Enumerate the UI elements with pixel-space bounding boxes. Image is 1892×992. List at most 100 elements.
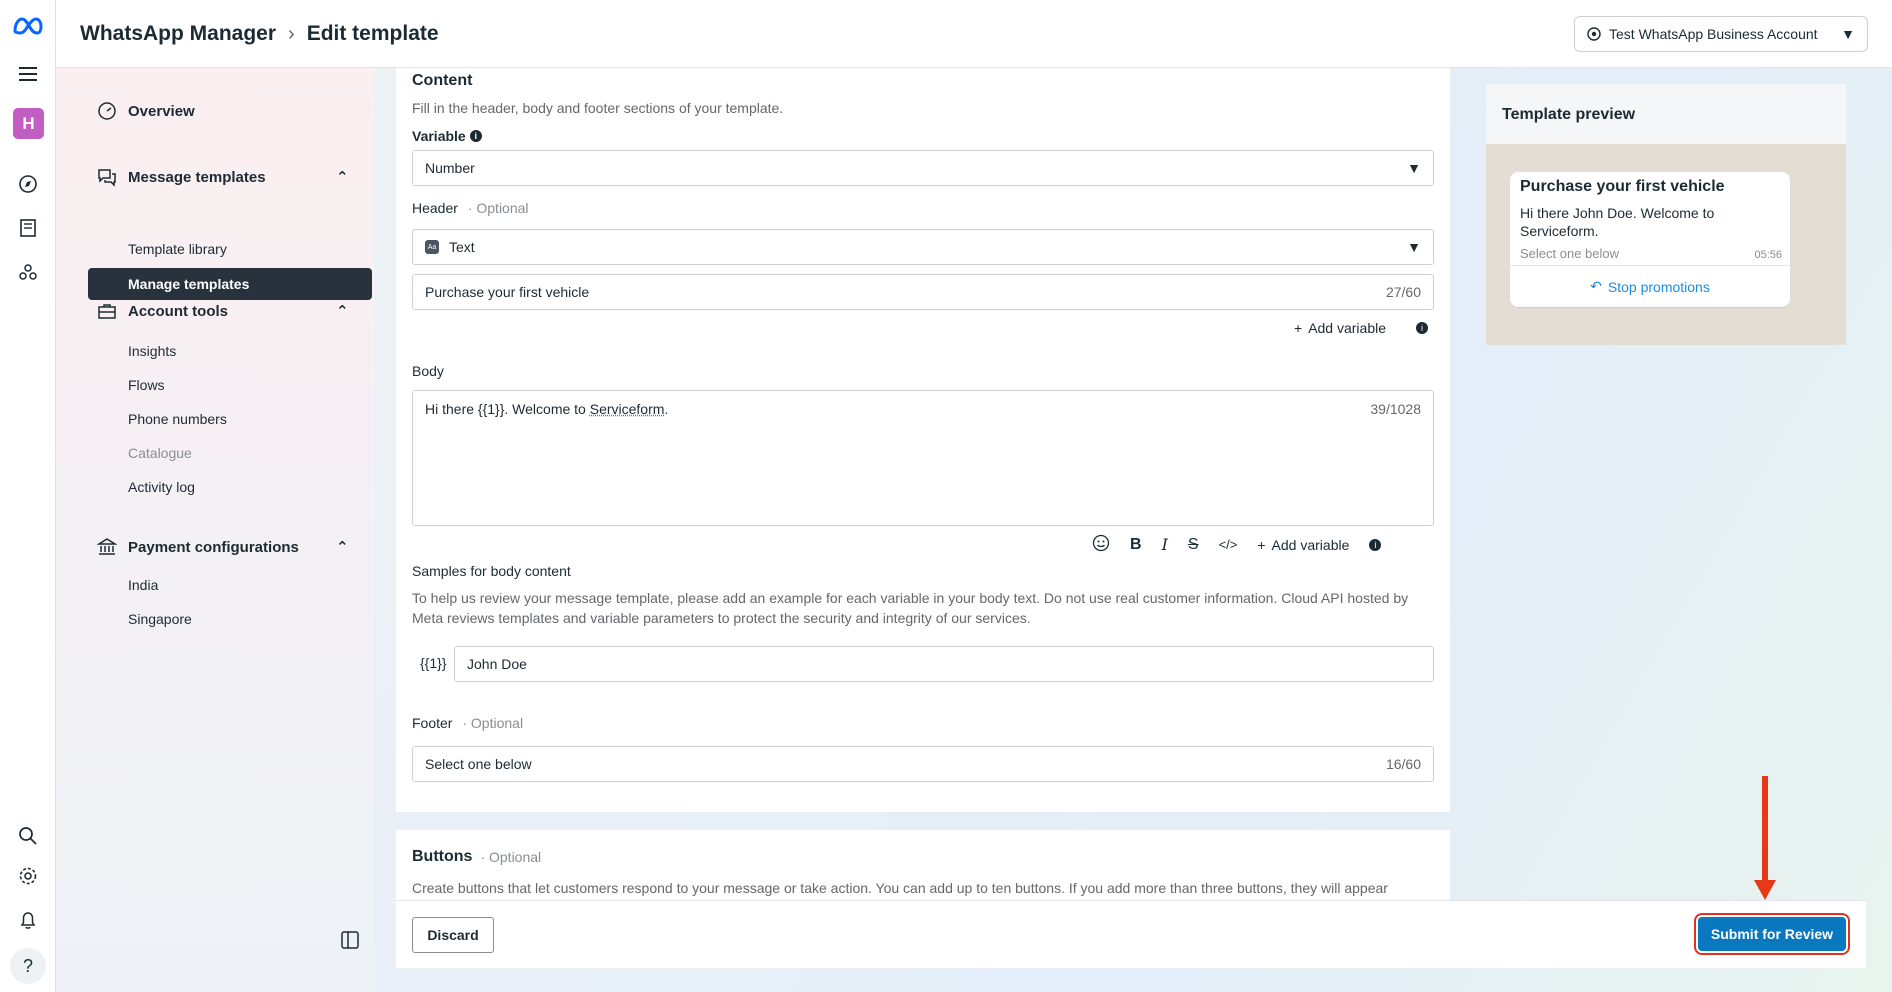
info-icon[interactable]: i [1369, 538, 1382, 551]
footer-label-text: Footer [412, 715, 453, 731]
catalog-icon[interactable] [14, 214, 42, 242]
optional-text: Optional [489, 849, 542, 865]
variable-label: Variable i [412, 128, 482, 144]
sidebar-section-account-tools[interactable]: Account tools ⌃ [96, 300, 366, 322]
content-card: Content Fill in the header, body and foo… [396, 68, 1450, 812]
info-icon[interactable]: i [469, 130, 482, 142]
template-preview: Template preview Purchase your first veh… [1486, 84, 1846, 345]
menu-icon[interactable] [14, 60, 42, 88]
content-title: Content [412, 72, 473, 89]
sidebar-item-manage-templates[interactable]: Manage templates [88, 268, 372, 300]
account-selector-button[interactable]: Test WhatsApp Business Account ▼ [1574, 16, 1868, 52]
header-text-input[interactable]: Purchase your first vehicle 27/60 [412, 274, 1434, 310]
sidebar: Overview Message templates ⌃ Manage temp… [56, 68, 374, 992]
samples-help-text: To help us review your message template,… [412, 590, 1409, 626]
bank-icon [96, 536, 118, 558]
sidebar-item-singapore[interactable]: Singapore [128, 611, 192, 627]
footer-char-count: 16/60 [1385, 756, 1421, 772]
plus-icon: + [1257, 536, 1266, 553]
header-label-text: Header [412, 200, 458, 216]
header-text-value: Purchase your first vehicle [425, 284, 590, 300]
preview-title: Template preview [1502, 106, 1636, 123]
emoji-icon[interactable] [1092, 534, 1110, 555]
icon-rail: H ? [0, 0, 56, 992]
message-bubble: Purchase your first vehicle Hi there Joh… [1510, 172, 1790, 307]
sidebar-item-activity-log[interactable]: Activity log [128, 479, 195, 495]
sidebar-item-flows[interactable]: Flows [128, 377, 165, 393]
text-format-icon: Aa [425, 240, 439, 254]
message-footer-text: Select one below [1520, 246, 1620, 261]
variable-label-text: Variable [412, 128, 466, 144]
code-icon[interactable]: </> [1219, 537, 1238, 552]
action-bar: Discard Submit for Review [396, 900, 1866, 968]
body-add-variable-button[interactable]: + Add variable [1257, 537, 1349, 553]
discard-button[interactable]: Discard [412, 917, 494, 953]
submit-for-review-label: Submit for Review [1698, 917, 1846, 951]
caret-down-icon: ▼ [1841, 26, 1855, 42]
content-subtitle: Fill in the header, body and footer sect… [412, 100, 784, 116]
chevron-up-icon: ⌃ [336, 169, 349, 186]
header-type-select[interactable]: Aa Text ▼ [412, 229, 1434, 265]
footer-text-input[interactable]: Select one below 16/60 [412, 746, 1434, 782]
optional-tag: · Optional [480, 849, 542, 865]
optional-tag: · Optional [462, 715, 524, 731]
header-type-value: Text [449, 239, 475, 255]
body-text-end: . [664, 401, 669, 417]
stop-promotions-button[interactable]: ↶ Stop promotions [1510, 265, 1790, 307]
page-title: Edit template [306, 22, 439, 45]
help-icon[interactable]: ? [10, 948, 46, 984]
sample-value-text: John Doe [467, 656, 527, 672]
sidebar-item-template-library[interactable]: Template library [128, 241, 227, 257]
variable-type-select[interactable]: Number ▼ [412, 150, 1434, 186]
message-title: Purchase your first vehicle [1520, 178, 1725, 195]
body-textarea[interactable]: Hi there {{1}}. Welcome to Serviceform. … [412, 390, 1434, 526]
chevron-right-icon: › [288, 22, 295, 45]
optional-text: Optional [476, 200, 529, 216]
optional-text: Optional [470, 715, 524, 731]
buttons-section: Buttons · Optional Create buttons that l… [396, 830, 1450, 910]
people-icon[interactable] [14, 258, 42, 286]
body-toolbar: B I S </> + Add variable i [1092, 534, 1382, 555]
sidebar-section-message-templates[interactable]: Message templates ⌃ [96, 166, 366, 188]
header-label: Header · Optional [412, 200, 529, 216]
sidebar-section-label: Payment configurations [128, 538, 299, 556]
breadcrumb: WhatsApp Manager › Edit template [80, 22, 439, 46]
stop-promotions-label: Stop promotions [1607, 278, 1710, 295]
whatsapp-icon [1587, 27, 1601, 41]
breadcrumb-app[interactable]: WhatsApp Manager [80, 22, 276, 46]
footer-label: Footer · Optional [412, 715, 523, 731]
sidebar-section-payment-configurations[interactable]: Payment configurations ⌃ [96, 536, 366, 558]
caret-down-icon: ▼ [1407, 239, 1421, 255]
account-avatar[interactable]: H [13, 108, 44, 139]
variable-type-value: Number [425, 160, 475, 176]
submit-for-review-button[interactable]: Submit for Review [1694, 913, 1850, 955]
sidebar-item-catalogue: Catalogue [128, 445, 192, 461]
buttons-title-text: Buttons [412, 848, 473, 865]
sidebar-item-phone-numbers[interactable]: Phone numbers [128, 411, 227, 427]
body-text: Hi there {{1}}. Welcome to [425, 401, 590, 417]
sidebar-section-label: Account tools [128, 302, 228, 320]
chevron-up-icon: ⌃ [336, 539, 349, 556]
briefcase-icon [96, 300, 118, 322]
bell-icon[interactable] [14, 906, 42, 934]
sidebar-item-label: Overview [128, 102, 195, 120]
gear-icon[interactable] [14, 862, 42, 890]
sidebar-item-india[interactable]: India [128, 577, 158, 593]
italic-icon[interactable]: I [1162, 535, 1168, 554]
bold-icon[interactable]: B [1130, 536, 1142, 554]
chevron-up-icon: ⌃ [336, 303, 349, 320]
search-icon[interactable] [14, 822, 42, 850]
compass-icon[interactable] [14, 170, 42, 198]
collapse-sidebar-icon[interactable] [340, 930, 360, 955]
account-name: Test WhatsApp Business Account [1609, 26, 1818, 42]
add-variable-label: Add variable [1271, 536, 1350, 553]
plus-icon: + [1294, 320, 1303, 336]
info-icon[interactable]: i [1416, 322, 1428, 334]
strikethrough-icon[interactable]: S [1188, 536, 1199, 554]
meta-logo-icon[interactable] [12, 12, 44, 40]
header-add-variable-button[interactable]: + Add variable [1294, 320, 1386, 336]
sidebar-item-insights[interactable]: Insights [128, 343, 176, 359]
samples-label: Samples for body content [412, 563, 571, 579]
sidebar-item-overview[interactable]: Overview [96, 100, 195, 122]
sample-value-input[interactable]: John Doe [454, 646, 1434, 682]
